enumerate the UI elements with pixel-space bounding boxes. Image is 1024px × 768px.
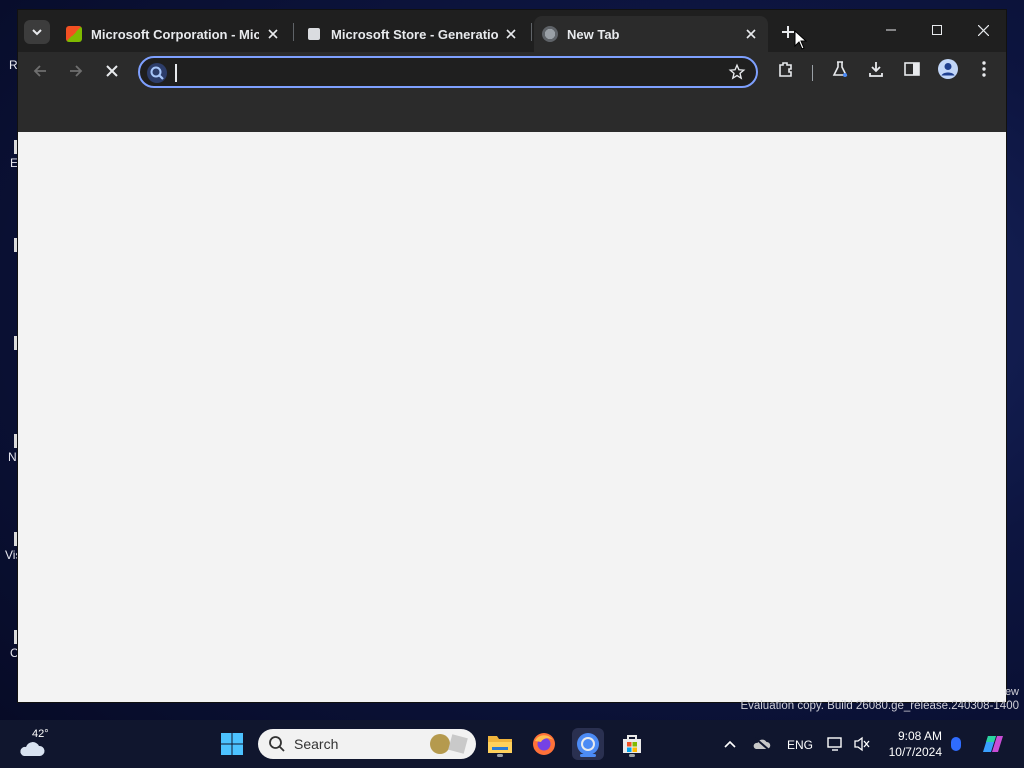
- onedrive-button[interactable]: [746, 728, 778, 760]
- minimize-icon: [886, 29, 896, 31]
- weather-widget[interactable]: 42°: [18, 728, 62, 760]
- search-icon: [147, 63, 167, 83]
- plus-icon: [782, 26, 794, 38]
- taskbar-search[interactable]: Search: [258, 729, 476, 759]
- tab-title: Microsoft Store - Generation P: [331, 26, 499, 42]
- close-tab-icon[interactable]: [502, 25, 520, 43]
- close-tab-icon[interactable]: [264, 25, 282, 43]
- close-icon: [106, 65, 118, 77]
- chrome-icon: [577, 733, 599, 755]
- firefox-button[interactable]: [528, 728, 560, 760]
- show-hidden-icons-button[interactable]: [714, 728, 746, 760]
- close-icon: [977, 24, 989, 36]
- download-icon: [869, 62, 883, 77]
- folder-icon: [488, 736, 512, 753]
- side-panel-icon: [904, 62, 920, 76]
- desktop-icon-label[interactable]: E: [10, 156, 18, 170]
- chevron-up-icon: [724, 740, 736, 748]
- microsoft-store-button[interactable]: [616, 728, 648, 760]
- downloads-button[interactable]: [862, 55, 890, 83]
- menu-button[interactable]: [970, 55, 998, 83]
- bookmarks-bar: [18, 98, 1006, 133]
- input-language[interactable]: ENG: [787, 738, 813, 752]
- maximize-icon: [932, 25, 942, 35]
- extensions-button[interactable]: [772, 55, 800, 83]
- labs-button[interactable]: [826, 55, 854, 83]
- side-panel-button[interactable]: [898, 55, 926, 83]
- tab-microsoft-store[interactable]: Microsoft Store - Generation P: [298, 16, 528, 52]
- profile-button[interactable]: [934, 55, 962, 83]
- running-indicator: [629, 754, 635, 757]
- microsoft-store-favicon-icon: [66, 26, 82, 42]
- minimize-button[interactable]: [868, 10, 914, 50]
- forward-button[interactable]: [62, 57, 90, 85]
- globe-favicon-icon: [542, 26, 558, 42]
- windows-logo-icon: [221, 733, 243, 755]
- notification-dot-icon: [951, 737, 961, 751]
- close-tab-icon[interactable]: [742, 25, 760, 43]
- text-caret: [175, 64, 177, 82]
- search-highlight-icon: [430, 734, 468, 754]
- active-indicator: [580, 754, 596, 757]
- browser-toolbar: [18, 52, 1006, 98]
- address-input[interactable]: [174, 61, 718, 85]
- chrome-button[interactable]: [572, 728, 604, 760]
- tab-new-tab[interactable]: New Tab: [534, 16, 768, 52]
- address-bar[interactable]: [138, 56, 758, 88]
- weather-temperature: 42°: [32, 728, 49, 740]
- notification-button[interactable]: [940, 728, 972, 760]
- start-button[interactable]: [216, 728, 248, 760]
- volume-muted-icon: [854, 736, 870, 752]
- taskbar-search-label: Search: [294, 736, 339, 752]
- close-window-button[interactable]: [960, 10, 1006, 50]
- back-button[interactable]: [26, 57, 54, 85]
- tab-separator: [531, 23, 532, 41]
- toolbar-divider: [812, 65, 813, 81]
- search-icon: [269, 736, 285, 752]
- volume-button[interactable]: [846, 728, 878, 760]
- tab-search-button[interactable]: [24, 20, 50, 44]
- store-bag-icon: [623, 735, 641, 753]
- desktop-icon-label[interactable]: R: [9, 58, 18, 72]
- copilot-button[interactable]: [976, 728, 1008, 760]
- clock-time: 9:08 AM: [897, 729, 942, 743]
- clock-date: 10/7/2024: [888, 745, 942, 759]
- file-explorer-button[interactable]: [484, 728, 516, 760]
- profile-icon: [938, 59, 958, 79]
- cloud-icon: [20, 742, 45, 756]
- tab-microsoft-corporation[interactable]: Microsoft Corporation - Micro: [58, 16, 290, 52]
- mouse-pointer-icon: [794, 30, 808, 50]
- taskbar: 42° Search ENG 9:08 AM 10/7/2024: [0, 720, 1024, 768]
- running-indicator: [497, 754, 503, 757]
- tab-title: New Tab: [567, 26, 620, 42]
- tab-strip: Microsoft Corporation - Micro Microsoft …: [18, 10, 1006, 52]
- puzzle-icon: [779, 62, 792, 77]
- browser-window: Microsoft Corporation - Micro Microsoft …: [18, 10, 1006, 702]
- tab-separator: [293, 23, 294, 41]
- network-icon: [827, 737, 842, 751]
- copilot-icon: [983, 736, 1003, 752]
- arrow-right-icon: [70, 65, 83, 77]
- stop-loading-button[interactable]: [98, 57, 126, 85]
- page-content: [18, 132, 1006, 702]
- maximize-button[interactable]: [914, 10, 960, 50]
- star-icon[interactable]: [728, 63, 746, 81]
- bag-favicon-icon: [308, 28, 320, 40]
- firefox-icon: [533, 733, 555, 755]
- desktop-icon-label[interactable]: N: [8, 450, 17, 464]
- system-clock[interactable]: 9:08 AM 10/7/2024: [884, 728, 942, 760]
- arrow-left-icon: [33, 65, 46, 77]
- tab-title: Microsoft Corporation - Micro: [91, 26, 259, 42]
- desktop-watermark: Evaluation copy. Build 26080.ge_release.…: [740, 700, 1019, 712]
- cloud-offline-icon: [753, 737, 771, 751]
- chevron-down-icon: [32, 29, 42, 36]
- kebab-menu-icon: [982, 61, 986, 77]
- flask-icon: [832, 61, 848, 77]
- desktop-watermark-fragment: ew: [1004, 686, 1019, 698]
